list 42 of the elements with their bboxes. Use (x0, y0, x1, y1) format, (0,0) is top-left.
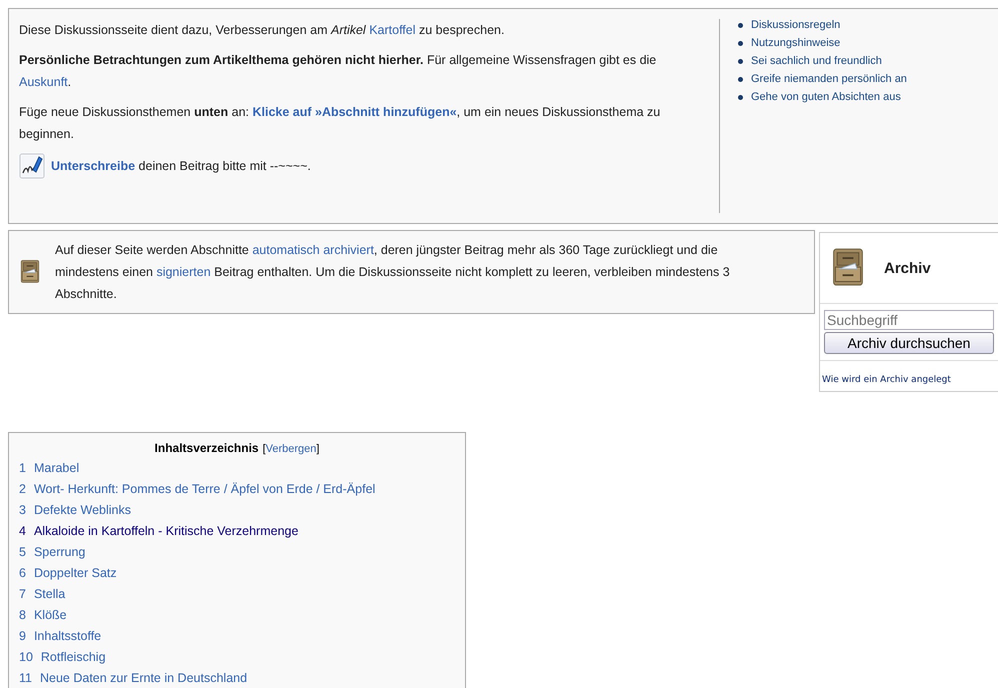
toc-toggle-bracket: ] (316, 443, 320, 455)
signature-pen-icon (19, 153, 45, 179)
toc-entry[interactable]: 7 Stella (19, 587, 455, 601)
toc-entry[interactable]: 6 Doppelter Satz (19, 566, 455, 580)
text-link[interactable]: automatisch archiviert (252, 243, 374, 257)
archive-help-link[interactable]: Wie wird ein Archiv angelegt (820, 369, 998, 391)
rule-link[interactable]: Greife niemanden persönlich an (751, 73, 907, 85)
bullet-icon (738, 22, 743, 28)
search-field[interactable]: Suchbegriff (824, 310, 994, 330)
intro-paragraph: Diese Diskussionsseite dient dazu, Verbesserungen am Artikel Kartoffel zu besprechen. (19, 22, 506, 39)
toc-entry[interactable]: 1 Marabel (19, 461, 455, 475)
toc-toggle-link[interactable]: Verbergen (266, 443, 316, 455)
toc-entry[interactable]: 4 Alkaloide in Kartoffeln - Kritische Verzehrmenge (19, 524, 455, 538)
text-link[interactable]: Auskunft (19, 75, 68, 89)
rule-link[interactable]: Sei sachlich und freundlich (751, 55, 882, 67)
toc-toggle-bracket: [ (262, 443, 266, 455)
toc-entry[interactable]: 3 Defekte Weblinks (19, 503, 455, 517)
file-cabinet-icon (19, 259, 41, 285)
bullet-icon (738, 58, 743, 64)
toc-entry[interactable]: 9 Inhaltsstoffe (19, 629, 455, 643)
text-link[interactable]: Klicke auf »Abschnitt hinzufügen« (252, 105, 457, 119)
signature-hint: Unterschreibe deinen Beitrag bitte mit --~~~~. (51, 158, 311, 175)
rule-link[interactable]: Nutzungshinweise (751, 37, 840, 49)
bullet-icon (738, 40, 743, 46)
toc-title: Inhaltsverzeichnis (154, 441, 259, 455)
archive-title: Archiv (884, 260, 931, 276)
text-link[interactable]: Kartoffel (369, 23, 416, 37)
rule-link[interactable]: Diskussionsregeln (751, 19, 840, 31)
toc-entry[interactable]: 5 Sperrung (19, 545, 455, 559)
toc-entry[interactable]: 2 Wort- Herkunft: Pommes de Terre / Äpfel von Erde / Erd-Äpfel (19, 482, 455, 496)
rule-link[interactable]: Gehe von guten Absichten aus (751, 91, 901, 103)
bullet-icon (738, 94, 743, 100)
text-link[interactable]: signierten (156, 265, 211, 279)
toc-entry[interactable]: 8 Klöße (19, 608, 455, 622)
archive-search-button[interactable]: Archiv durchsuchen (824, 332, 994, 354)
intro-paragraph: Persönliche Betrachtungen zum Artikelthema gehören nicht hierher. Für allgemeine Wissensfragen gibt es die Auskunft. (19, 52, 658, 91)
bullet-icon (738, 76, 743, 82)
archive-notice-text: Auf dieser Seite werden Abschnitte automatisch archiviert, deren jüngster Beitrag mehr als 360 Tage zurückliegt und die mindestens einen signierten Beitrag enthalten. Um die Diskussionsseite nicht komplett zu leeren, verbleiben mindestens 3 Abschnitte. (55, 242, 731, 303)
intro-paragraph: Füge neue Diskussionsthemen unten an: Klicke auf »Abschnitt hinzufügen«, um ein neues Diskussionsthema zu beginnen. (19, 104, 662, 143)
toc-entry[interactable]: 10 Rotfleischig (19, 650, 455, 664)
toc-entry[interactable]: 11 Neue Daten zur Ernte in Deutschland (19, 671, 455, 685)
text-link[interactable]: Unterschreibe (51, 159, 136, 173)
